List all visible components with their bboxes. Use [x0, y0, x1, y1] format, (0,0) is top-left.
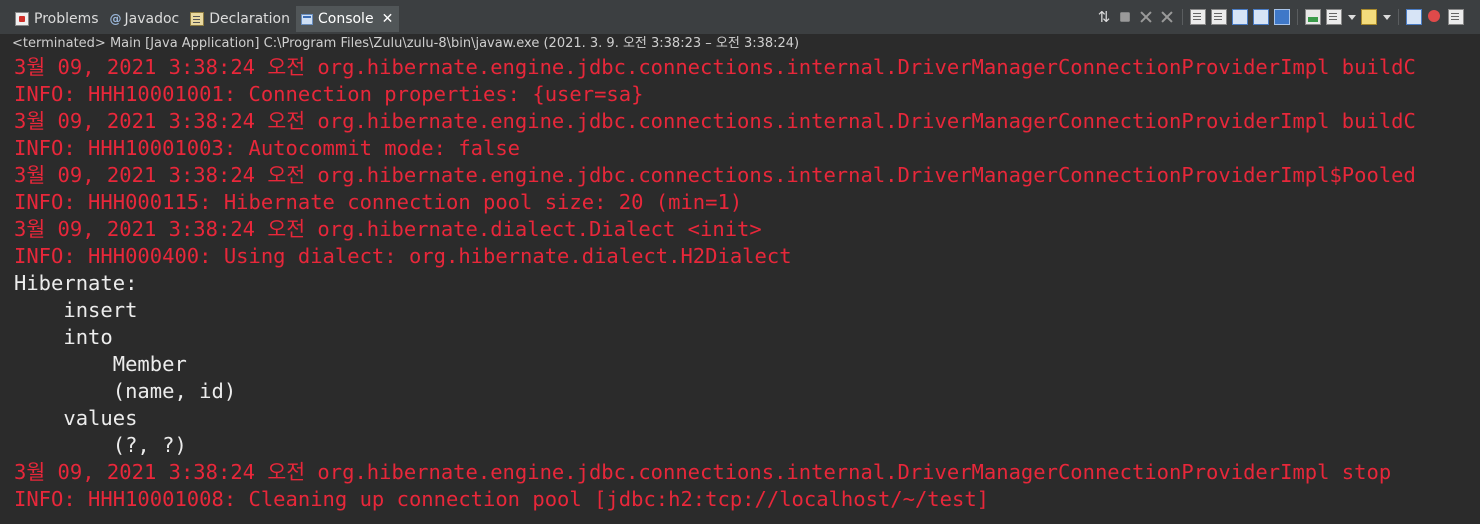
javadoc-icon: @ [109, 12, 122, 26]
display-console-menu-icon[interactable] [1347, 9, 1356, 25]
stderr-line: INFO: HHH10001008: Cleaning up connectio… [14, 487, 990, 511]
open-console-menu-icon[interactable] [1382, 9, 1391, 25]
display-selected-console-icon[interactable] [1305, 9, 1321, 25]
stdout-line: Hibernate: [14, 271, 150, 295]
stderr-line: 3월 09, 2021 3:38:24 오전 org.hibernate.dia… [14, 217, 762, 241]
stdout-line: (name, id) [14, 379, 249, 403]
open-console-icon[interactable] [1361, 9, 1377, 25]
console-icon [300, 13, 313, 25]
word-wrap-icon[interactable] [1190, 9, 1206, 25]
tab-label: Console [317, 11, 374, 27]
display-console-icon[interactable] [1326, 9, 1342, 25]
toolbar-separator [1182, 9, 1183, 25]
pin-console-icon[interactable] [1274, 9, 1290, 25]
tab-label: Problems [34, 11, 99, 27]
stderr-line: 3월 09, 2021 3:38:24 오전 org.hibernate.eng… [14, 163, 1416, 187]
console-toolbar: ⇅ [1096, 8, 1464, 26]
show-stderr-icon[interactable] [1253, 9, 1269, 25]
stderr-line: INFO: HHH10001001: Connection properties… [14, 82, 644, 106]
tab-javadoc[interactable]: @ Javadoc [105, 6, 186, 32]
terminate-icon[interactable] [1120, 12, 1130, 22]
tab-declaration[interactable]: Declaration [185, 6, 296, 32]
tab-label: Declaration [209, 11, 290, 27]
close-icon[interactable]: ✕ [382, 11, 394, 27]
stdout-line: values [14, 406, 138, 430]
declaration-icon [190, 12, 205, 26]
view-tab-bar: Problems @ Javadoc Declaration Console ✕… [0, 0, 1480, 34]
toolbar-separator [1297, 9, 1298, 25]
scroll-lock-icon[interactable] [1211, 9, 1227, 25]
stderr-line: 3월 09, 2021 3:38:24 오전 org.hibernate.eng… [14, 460, 1392, 484]
stderr-line: INFO: HHH10001003: Autocommit mode: fals… [14, 136, 521, 160]
remove-all-terminated-icon[interactable] [1159, 9, 1175, 25]
stdout-line: insert [14, 298, 150, 322]
stderr-line: INFO: HHH000115: Hibernate connection po… [14, 190, 743, 214]
console-output[interactable]: 3월 09, 2021 3:38:24 오전 org.hibernate.eng… [14, 54, 1480, 524]
view-tabs: Problems @ Javadoc Declaration Console ✕ [10, 6, 400, 32]
toolbar-separator [1398, 9, 1399, 25]
stdout-line: into [14, 325, 113, 349]
stdout-line: (?, ?) [14, 433, 187, 457]
tab-problems[interactable]: Problems [10, 6, 105, 32]
tab-console[interactable]: Console ✕ [295, 6, 400, 32]
new-console-icon[interactable] [1406, 9, 1422, 25]
stderr-line: 3월 09, 2021 3:38:24 오전 org.hibernate.eng… [14, 55, 1416, 79]
console-view: Problems @ Javadoc Declaration Console ✕… [0, 0, 1480, 524]
minimize-icon[interactable] [1427, 9, 1443, 25]
show-stdout-icon[interactable] [1232, 9, 1248, 25]
stdout-line: Member [14, 352, 187, 376]
tab-label: Javadoc [124, 11, 180, 27]
process-status-line: <terminated> Main [Java Application] C:\… [0, 34, 1480, 54]
pin-sync-icon[interactable]: ⇅ [1096, 9, 1112, 25]
problems-icon [15, 12, 29, 26]
stderr-line: 3월 09, 2021 3:38:24 오전 org.hibernate.eng… [14, 109, 1416, 133]
stderr-line: INFO: HHH000400: Using dialect: org.hibe… [14, 244, 792, 268]
remove-launch-icon[interactable] [1138, 9, 1154, 25]
maximize-icon[interactable] [1448, 9, 1464, 25]
